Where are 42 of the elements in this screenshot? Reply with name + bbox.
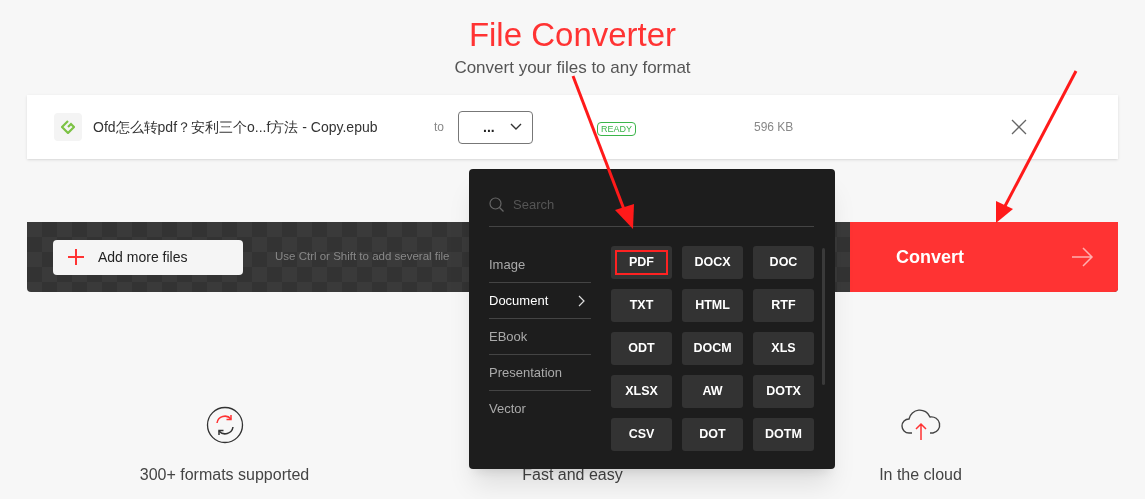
category-item[interactable]: Vector (489, 391, 591, 427)
format-option[interactable]: DOCM (682, 332, 743, 365)
format-option[interactable]: HTML (682, 289, 743, 322)
format-option[interactable]: DOTM (753, 418, 814, 451)
format-option[interactable]: AW (682, 375, 743, 408)
chevron-right-icon (578, 294, 585, 307)
cloud-upload-icon (899, 409, 942, 441)
format-option[interactable]: XLSX (611, 375, 672, 408)
close-button[interactable] (1009, 117, 1029, 137)
format-dropdown[interactable]: ... (458, 110, 533, 144)
format-option[interactable]: XLS (753, 332, 814, 365)
file-name: Ofd怎么转pdf？安利三个o...f方法 - Copy.epub (93, 118, 378, 135)
sync-icon (205, 406, 244, 444)
category-item[interactable]: Presentation (489, 355, 591, 391)
chevron-down-icon (510, 123, 522, 131)
arrow-right-icon (1072, 247, 1094, 267)
to-label: to (434, 119, 445, 136)
format-option[interactable]: ODT (611, 332, 672, 365)
category-item[interactable]: EBook (489, 319, 591, 355)
status-badge: READY (597, 122, 636, 136)
hint-text: Use Ctrl or Shift to add several file (275, 249, 450, 265)
format-option[interactable]: TXT (611, 289, 672, 322)
format-option[interactable]: RTF (753, 289, 814, 322)
format-option[interactable]: DOC (753, 246, 814, 279)
convert-button[interactable]: Convert (850, 222, 1118, 292)
format-option[interactable]: PDF (611, 246, 672, 279)
search-field[interactable]: Search (513, 194, 763, 215)
feature-label: 300+ formats supported (139, 465, 310, 485)
file-size: 596 KB (754, 119, 795, 136)
format-option[interactable]: CSV (611, 418, 672, 451)
feature-label: In the cloud (879, 465, 962, 485)
epub-file-icon (54, 113, 82, 141)
format-option[interactable]: DOTX (753, 375, 814, 408)
format-option[interactable]: DOT (682, 418, 743, 451)
search-icon (489, 196, 505, 213)
page-title: File Converter (468, 15, 677, 55)
category-item[interactable]: Document (489, 283, 591, 319)
plus-icon (68, 249, 84, 265)
page-subtitle: Convert your files to any format (454, 57, 691, 79)
category-item[interactable]: Image (489, 247, 591, 283)
format-option[interactable]: DOCX (682, 246, 743, 279)
add-files-button[interactable]: Add more files (53, 239, 243, 275)
